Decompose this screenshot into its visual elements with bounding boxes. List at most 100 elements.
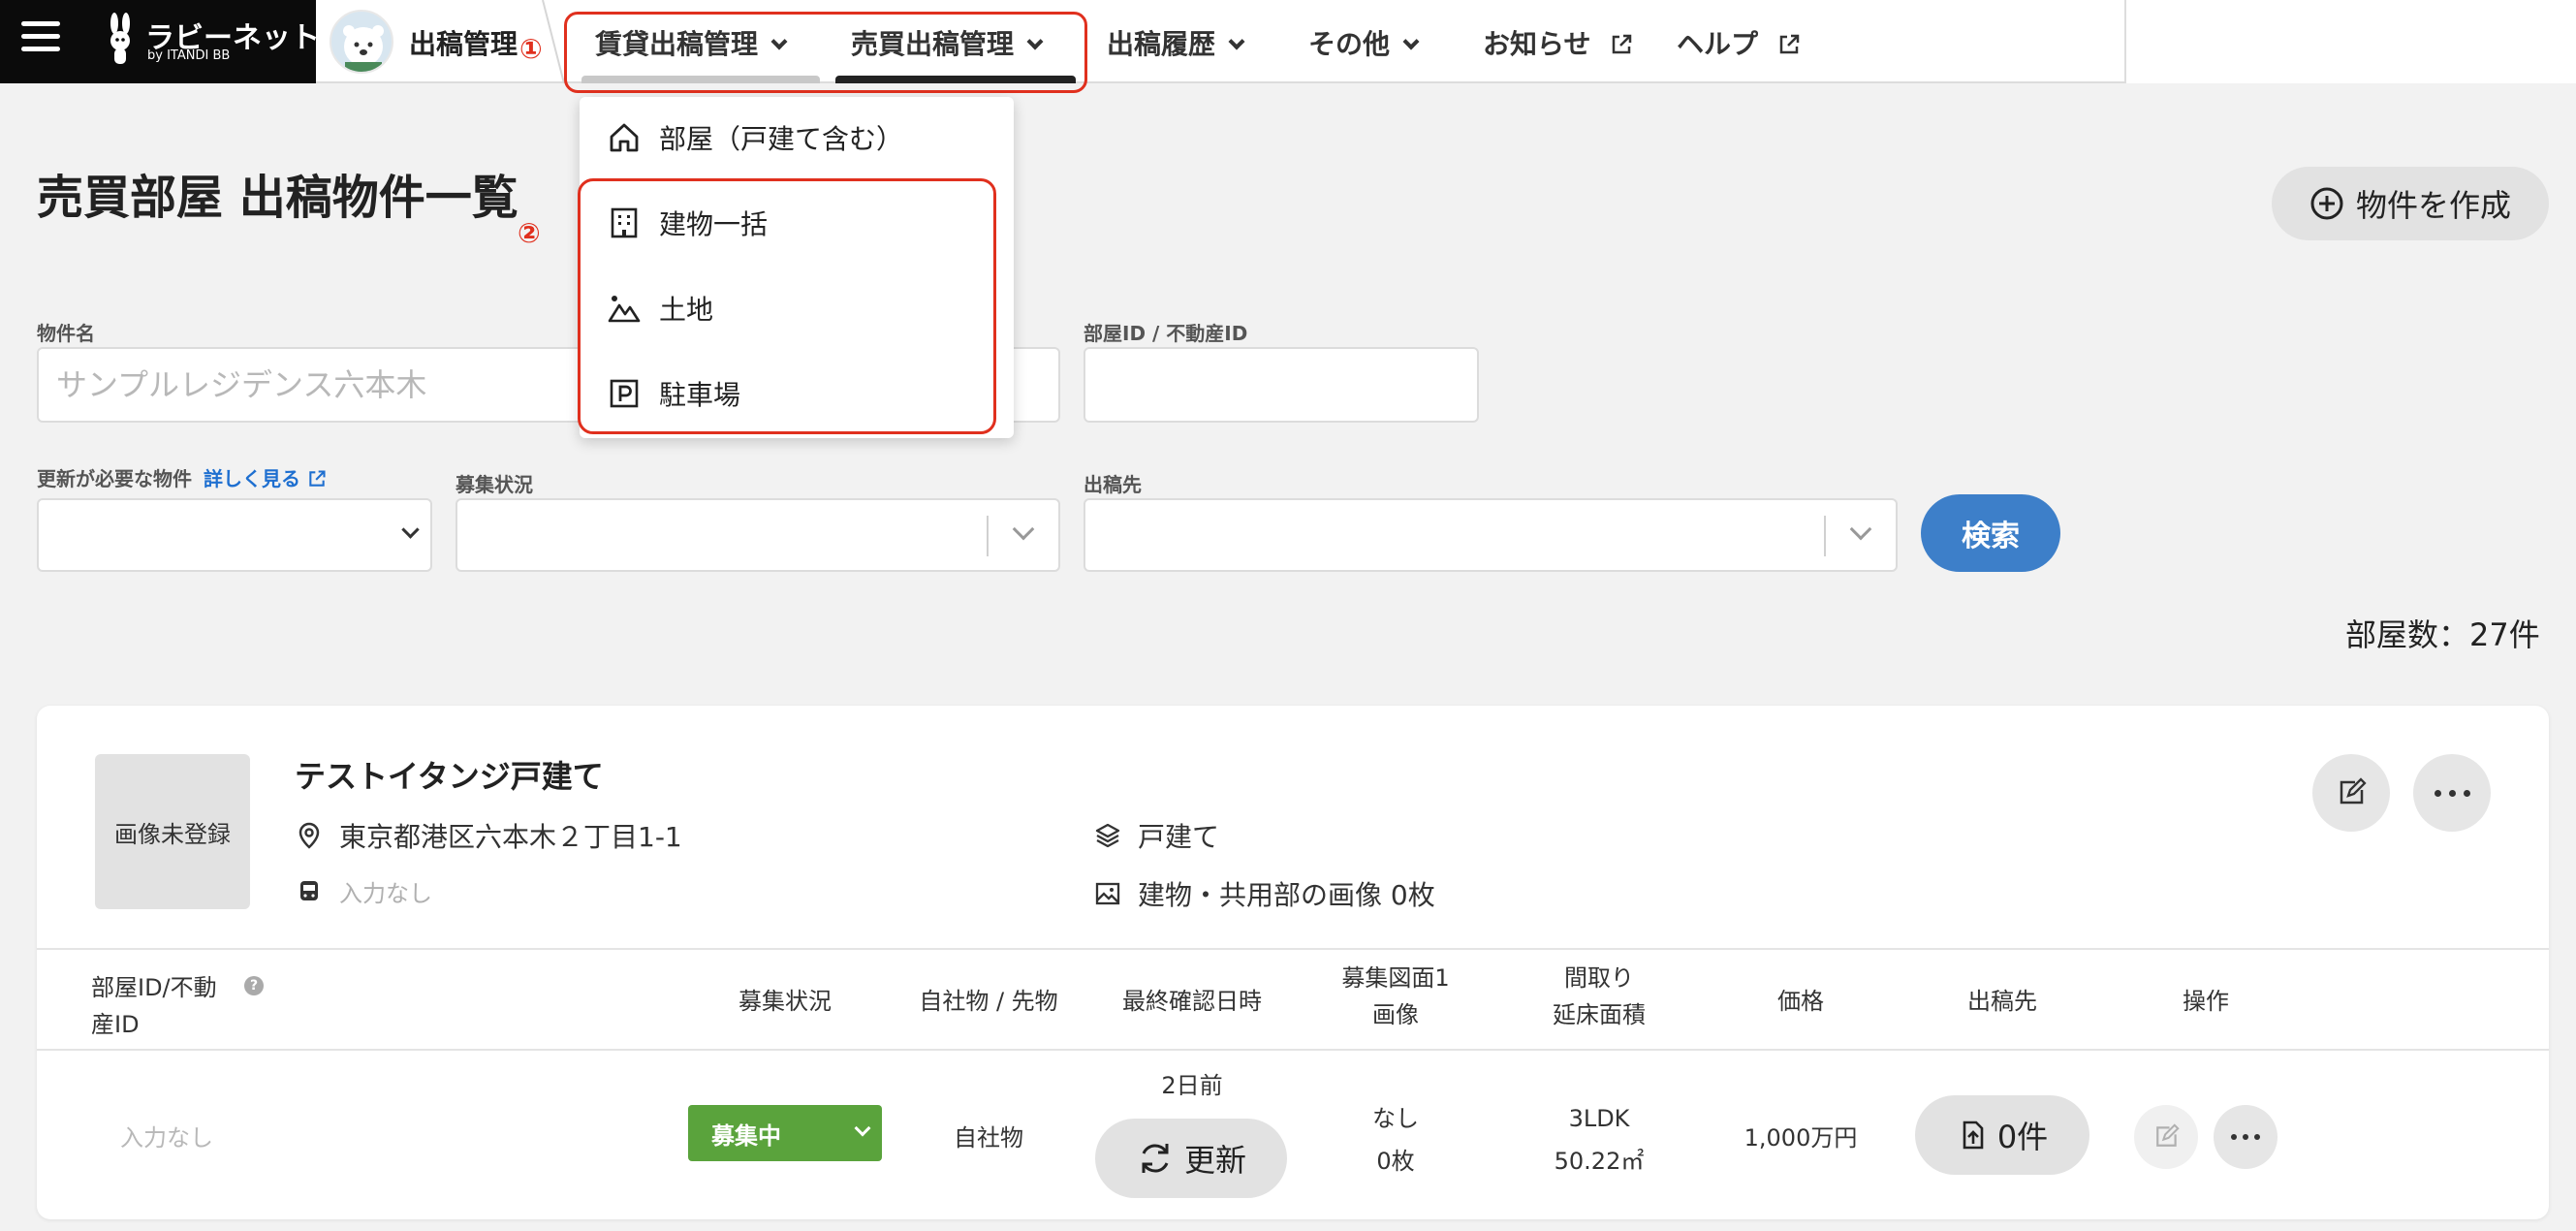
- annotation-marker-2: ②: [518, 217, 541, 249]
- chevron-down-icon: [401, 521, 420, 539]
- chevron-down-icon: [1402, 33, 1420, 50]
- brand-subtitle: by ITANDI BB: [147, 48, 231, 63]
- nav-item-label: 出稿履歴: [1107, 28, 1216, 60]
- create-property-button[interactable]: 物件を作成: [2272, 167, 2549, 240]
- edit-icon: [2340, 777, 2367, 805]
- details-link-label: 詳しく見る: [204, 467, 300, 490]
- nav-notices[interactable]: お知らせ: [1483, 23, 1633, 62]
- header-last-confirmed: 最終確認日時: [1122, 988, 1262, 1015]
- train-icon: [300, 880, 318, 900]
- page-title: 売買部屋 出稿物件一覧: [37, 171, 518, 225]
- layers-icon: [1095, 823, 1120, 848]
- hamburger-menu-icon[interactable]: [21, 21, 60, 60]
- header-price: 価格: [1777, 988, 1824, 1015]
- app-name[interactable]: 出稿管理: [409, 23, 518, 62]
- header-destination: 出稿先: [1967, 988, 2037, 1015]
- property-address-row: 東京都港区六本木２丁目1-1: [295, 816, 682, 855]
- external-link-icon: [1779, 34, 1800, 54]
- status-label: 募集状況: [456, 473, 533, 496]
- nav-item-label: その他: [1308, 28, 1391, 60]
- nav-item-label: ヘルプ: [1677, 28, 1759, 60]
- search-button[interactable]: 検索: [1921, 494, 2060, 572]
- cell-price: 1,000万円: [1744, 1124, 1858, 1152]
- destination-label: 出稿先: [1084, 473, 1142, 496]
- help-icon-glyph: ?: [244, 975, 264, 995]
- image-icon: [1095, 882, 1120, 905]
- cell-layout-value: 3LDK: [1568, 1105, 1630, 1132]
- plus-circle-icon: [2310, 187, 2343, 220]
- header-room-id-line2: 産ID: [91, 1011, 140, 1039]
- cell-area-value: 50.22㎡: [1554, 1148, 1645, 1175]
- more-options-button[interactable]: [2413, 754, 2491, 832]
- details-link[interactable]: 詳しく見る: [204, 463, 327, 491]
- header-plan-image-line2: 画像: [1372, 1001, 1419, 1029]
- room-id-input[interactable]: [1084, 347, 1479, 423]
- location-pin-icon: [298, 822, 320, 849]
- annotation-marker-1: ①: [519, 33, 543, 65]
- header-layout-line1: 間取り: [1564, 964, 1634, 992]
- refresh-icon: [1142, 1144, 1169, 1173]
- property-name[interactable]: テストイタンジ戸建て: [295, 752, 604, 797]
- help-icon[interactable]: ?: [244, 975, 264, 995]
- needs-update-label-row: 更新が必要な物件 詳しく見る: [37, 463, 327, 491]
- property-images-row: 建物・共用部の画像 0枚: [1093, 874, 1435, 913]
- thumbnail-placeholder-text: 画像未登録: [114, 820, 231, 848]
- house-icon: [610, 123, 639, 152]
- edit-room-button[interactable]: [2134, 1105, 2198, 1169]
- status-select-pill[interactable]: 募集中: [688, 1105, 882, 1161]
- destination-select[interactable]: [1084, 498, 1898, 572]
- property-address: 東京都港区六本木２丁目1-1: [339, 821, 682, 853]
- cell-layout: 3LDK 50.22㎡: [1522, 1097, 1677, 1183]
- edit-property-button[interactable]: [2312, 754, 2390, 832]
- needs-update-label: 更新が必要な物件: [37, 467, 192, 490]
- upload-file-icon: [1963, 1121, 1984, 1150]
- header-ownership: 自社物 / 先物: [919, 988, 1058, 1015]
- header-room-id: 部屋ID/不動 産ID: [91, 969, 217, 1044]
- room-id-label: 部屋ID / 不動産ID: [1084, 322, 1248, 345]
- refresh-label: 更新: [1183, 1142, 1246, 1179]
- destination-count: 0件: [1996, 1119, 2049, 1155]
- header-room-id-line1: 部屋ID/不動: [91, 974, 217, 1001]
- nav-listing-history[interactable]: 出稿履歴: [1107, 23, 1245, 62]
- needs-update-select[interactable]: [37, 498, 432, 572]
- property-type-row: 戸建て: [1093, 816, 1219, 855]
- header-actions: 操作: [2183, 988, 2229, 1015]
- property-images: 建物・共用部の画像 0枚: [1138, 879, 1435, 911]
- chevron-down-icon: [1012, 518, 1035, 541]
- avatar[interactable]: [330, 10, 393, 74]
- table-divider: [37, 948, 2549, 950]
- rabbit-logo-icon: [110, 13, 130, 64]
- header-layout: 間取り 延床面積: [1522, 960, 1677, 1034]
- destination-button[interactable]: 0件: [1915, 1095, 2089, 1175]
- annotation-box-2: [578, 178, 996, 434]
- external-link-icon: [1612, 34, 1632, 54]
- header-status: 募集状況: [738, 988, 832, 1015]
- table-divider: [37, 1049, 2549, 1051]
- property-station-row: 入力なし: [295, 874, 432, 908]
- external-link-icon: [309, 470, 326, 487]
- room-count: 部屋数：27件: [2345, 616, 2540, 653]
- nav-other[interactable]: その他: [1308, 23, 1420, 62]
- dropdown-item-room[interactable]: 部屋（戸建て含む）: [607, 118, 903, 157]
- chevron-down-icon: [1228, 33, 1245, 50]
- property-type: 戸建て: [1138, 821, 1220, 853]
- cell-room-id: 入力なし: [120, 1124, 213, 1152]
- edit-icon: [2156, 1123, 2180, 1147]
- status-select[interactable]: [456, 498, 1060, 572]
- row-more-options-button[interactable]: [2214, 1105, 2278, 1169]
- chevron-down-icon: [1849, 518, 1872, 541]
- status-value: 募集中: [711, 1121, 781, 1150]
- select-divider: [987, 516, 989, 556]
- property-name-label: 物件名: [37, 322, 95, 345]
- header-plan-image-line1: 募集図面1: [1341, 964, 1450, 992]
- header-user-area: [2142, 6, 2568, 74]
- nav-help[interactable]: ヘルプ: [1677, 23, 1801, 62]
- chevron-down-icon: [854, 1120, 871, 1137]
- create-property-label: 物件を作成: [2355, 187, 2511, 224]
- refresh-button[interactable]: 更新: [1095, 1119, 1287, 1198]
- property-thumbnail: 画像未登録: [95, 754, 250, 909]
- cell-ownership: 自社物: [954, 1124, 1023, 1152]
- cell-plan-image-line1: なし: [1372, 1105, 1419, 1132]
- header-layout-line2: 延床面積: [1553, 1001, 1646, 1029]
- annotation-box-1: [564, 12, 1087, 93]
